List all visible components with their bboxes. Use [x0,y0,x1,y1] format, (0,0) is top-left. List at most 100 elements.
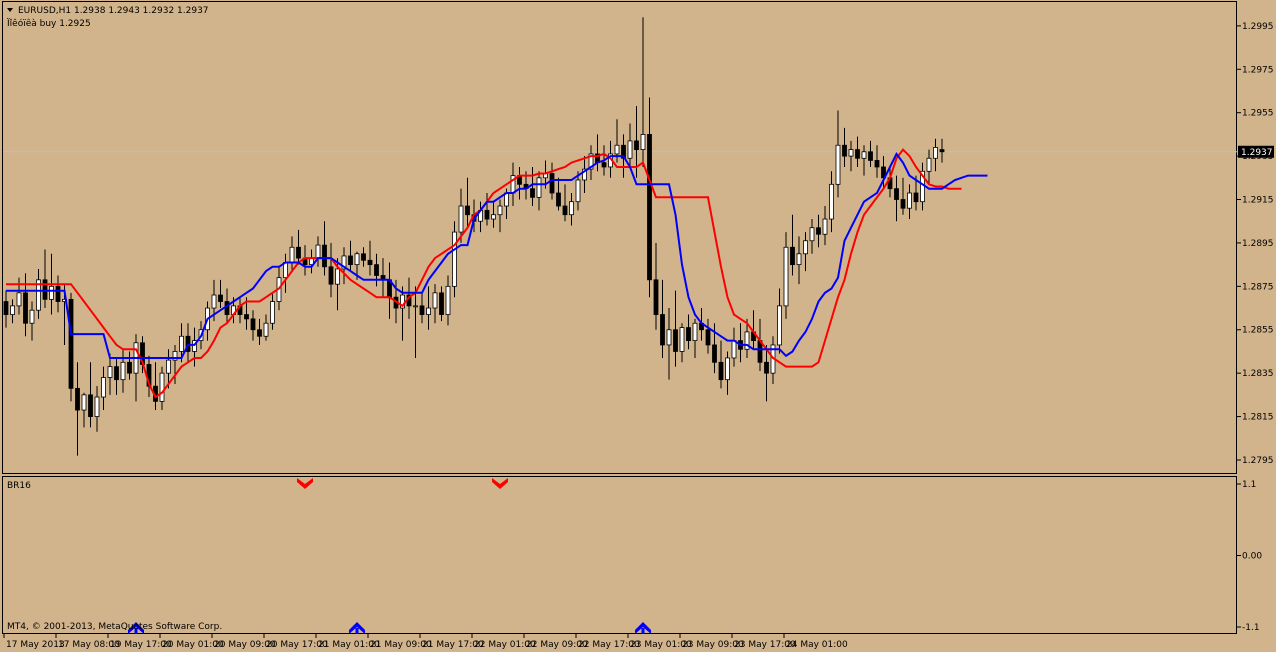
candle-body [283,262,288,279]
y-tick-label: 1.2855 [1242,326,1274,336]
candle-body [907,192,912,209]
indicator-tick-label: 1.1 [1242,480,1256,490]
indicator-name: BR16 [7,481,31,491]
candle-body [660,314,665,346]
candle-body [939,149,945,153]
candle-body [868,151,873,161]
candle-body [432,292,438,309]
candle-body [692,322,698,341]
candle-body [874,160,880,168]
candle-body [211,294,217,309]
candle-body [244,314,249,320]
candle-body [777,305,782,346]
candle-body [445,285,451,315]
candle-body [926,157,932,172]
candle-body [731,340,737,359]
candle-body [224,301,230,315]
candle-body [816,227,821,235]
y-tick-label: 1.2915 [1242,196,1274,206]
candle-body [68,298,74,389]
candle-body [361,253,366,261]
candle-body [790,246,795,266]
x-tick-label: 24 May 01:00 [786,640,848,650]
candle-body [614,144,620,155]
candle-body [296,246,301,259]
candle-body [627,140,633,159]
y-tick-label: 1.2995 [1242,22,1274,32]
candle-body [783,246,789,307]
candle-body [458,205,464,233]
candle-body [218,294,223,302]
candle-body [42,279,48,300]
buy-arrow-stem [355,628,359,634]
candle-body [23,292,28,324]
candle-body [179,335,184,352]
candle-body [640,134,646,150]
candle-body [705,329,711,346]
candle-body [634,140,639,150]
candle-body [120,361,126,381]
candle-body [484,209,490,220]
candle-body [803,240,808,255]
candle-body [315,244,321,259]
candle-body [497,205,503,216]
candle-body [842,144,847,157]
candle-body [549,173,555,194]
candle-body [166,359,171,374]
candle-body [413,305,418,308]
candle-body [419,305,425,315]
y-tick-label: 1.2955 [1242,109,1274,119]
candle-body [49,285,54,300]
y-tick-label: 1.2895 [1242,239,1274,249]
candle-body [601,162,607,168]
candle-body [530,188,535,198]
candle-body [88,394,93,417]
candle-body [848,149,854,157]
candle-body [933,147,938,159]
candle-body [712,344,717,363]
candle-body [107,366,113,378]
candle-body [686,327,691,341]
candle-body [556,192,561,207]
candle-body [16,292,22,307]
candle-body [367,259,373,266]
candle-body [647,134,652,281]
y-tick-label: 1.2795 [1242,456,1274,466]
candle-body [81,394,87,411]
candle-body [94,396,100,417]
candle-body [257,329,262,337]
candle-body [894,188,899,200]
candle-body [263,322,269,337]
candle-body [575,179,581,203]
candle-body [796,253,802,266]
y-tick-label: 1.2975 [1242,65,1274,75]
candle-body [465,205,470,216]
y-tick-label: 1.2875 [1242,282,1274,292]
candle-body [55,285,61,302]
chart-root: 1.2795 1.2815 1.2835 1.2855 1.2875 1.2895 1.29… [0,0,1276,652]
candle-body [900,199,906,209]
candle-body [289,246,295,263]
candle-body [328,266,334,285]
indicator-tick-label: -1.1 [1242,623,1260,633]
candle-body [679,327,685,352]
candle-body [101,377,106,398]
candle-body [653,279,659,315]
candle-body [452,231,457,287]
candle-body [348,255,353,266]
candle-body [75,387,80,411]
y-tick-label: 1.2815 [1242,413,1274,423]
buy-arrow-stem [641,628,645,634]
candle-body [562,205,568,216]
candle-body [250,318,256,331]
candle-body [536,177,542,198]
candle-body [426,307,431,315]
candle-body [673,329,678,352]
candle-body [913,192,919,203]
candle-body [491,214,496,220]
candle-body [835,144,841,185]
candle-body [270,301,275,324]
candle-body [809,227,815,242]
candle-body [322,244,327,268]
indicator-info-text: Ïîêóïêà buy 1.2925 [7,18,91,29]
